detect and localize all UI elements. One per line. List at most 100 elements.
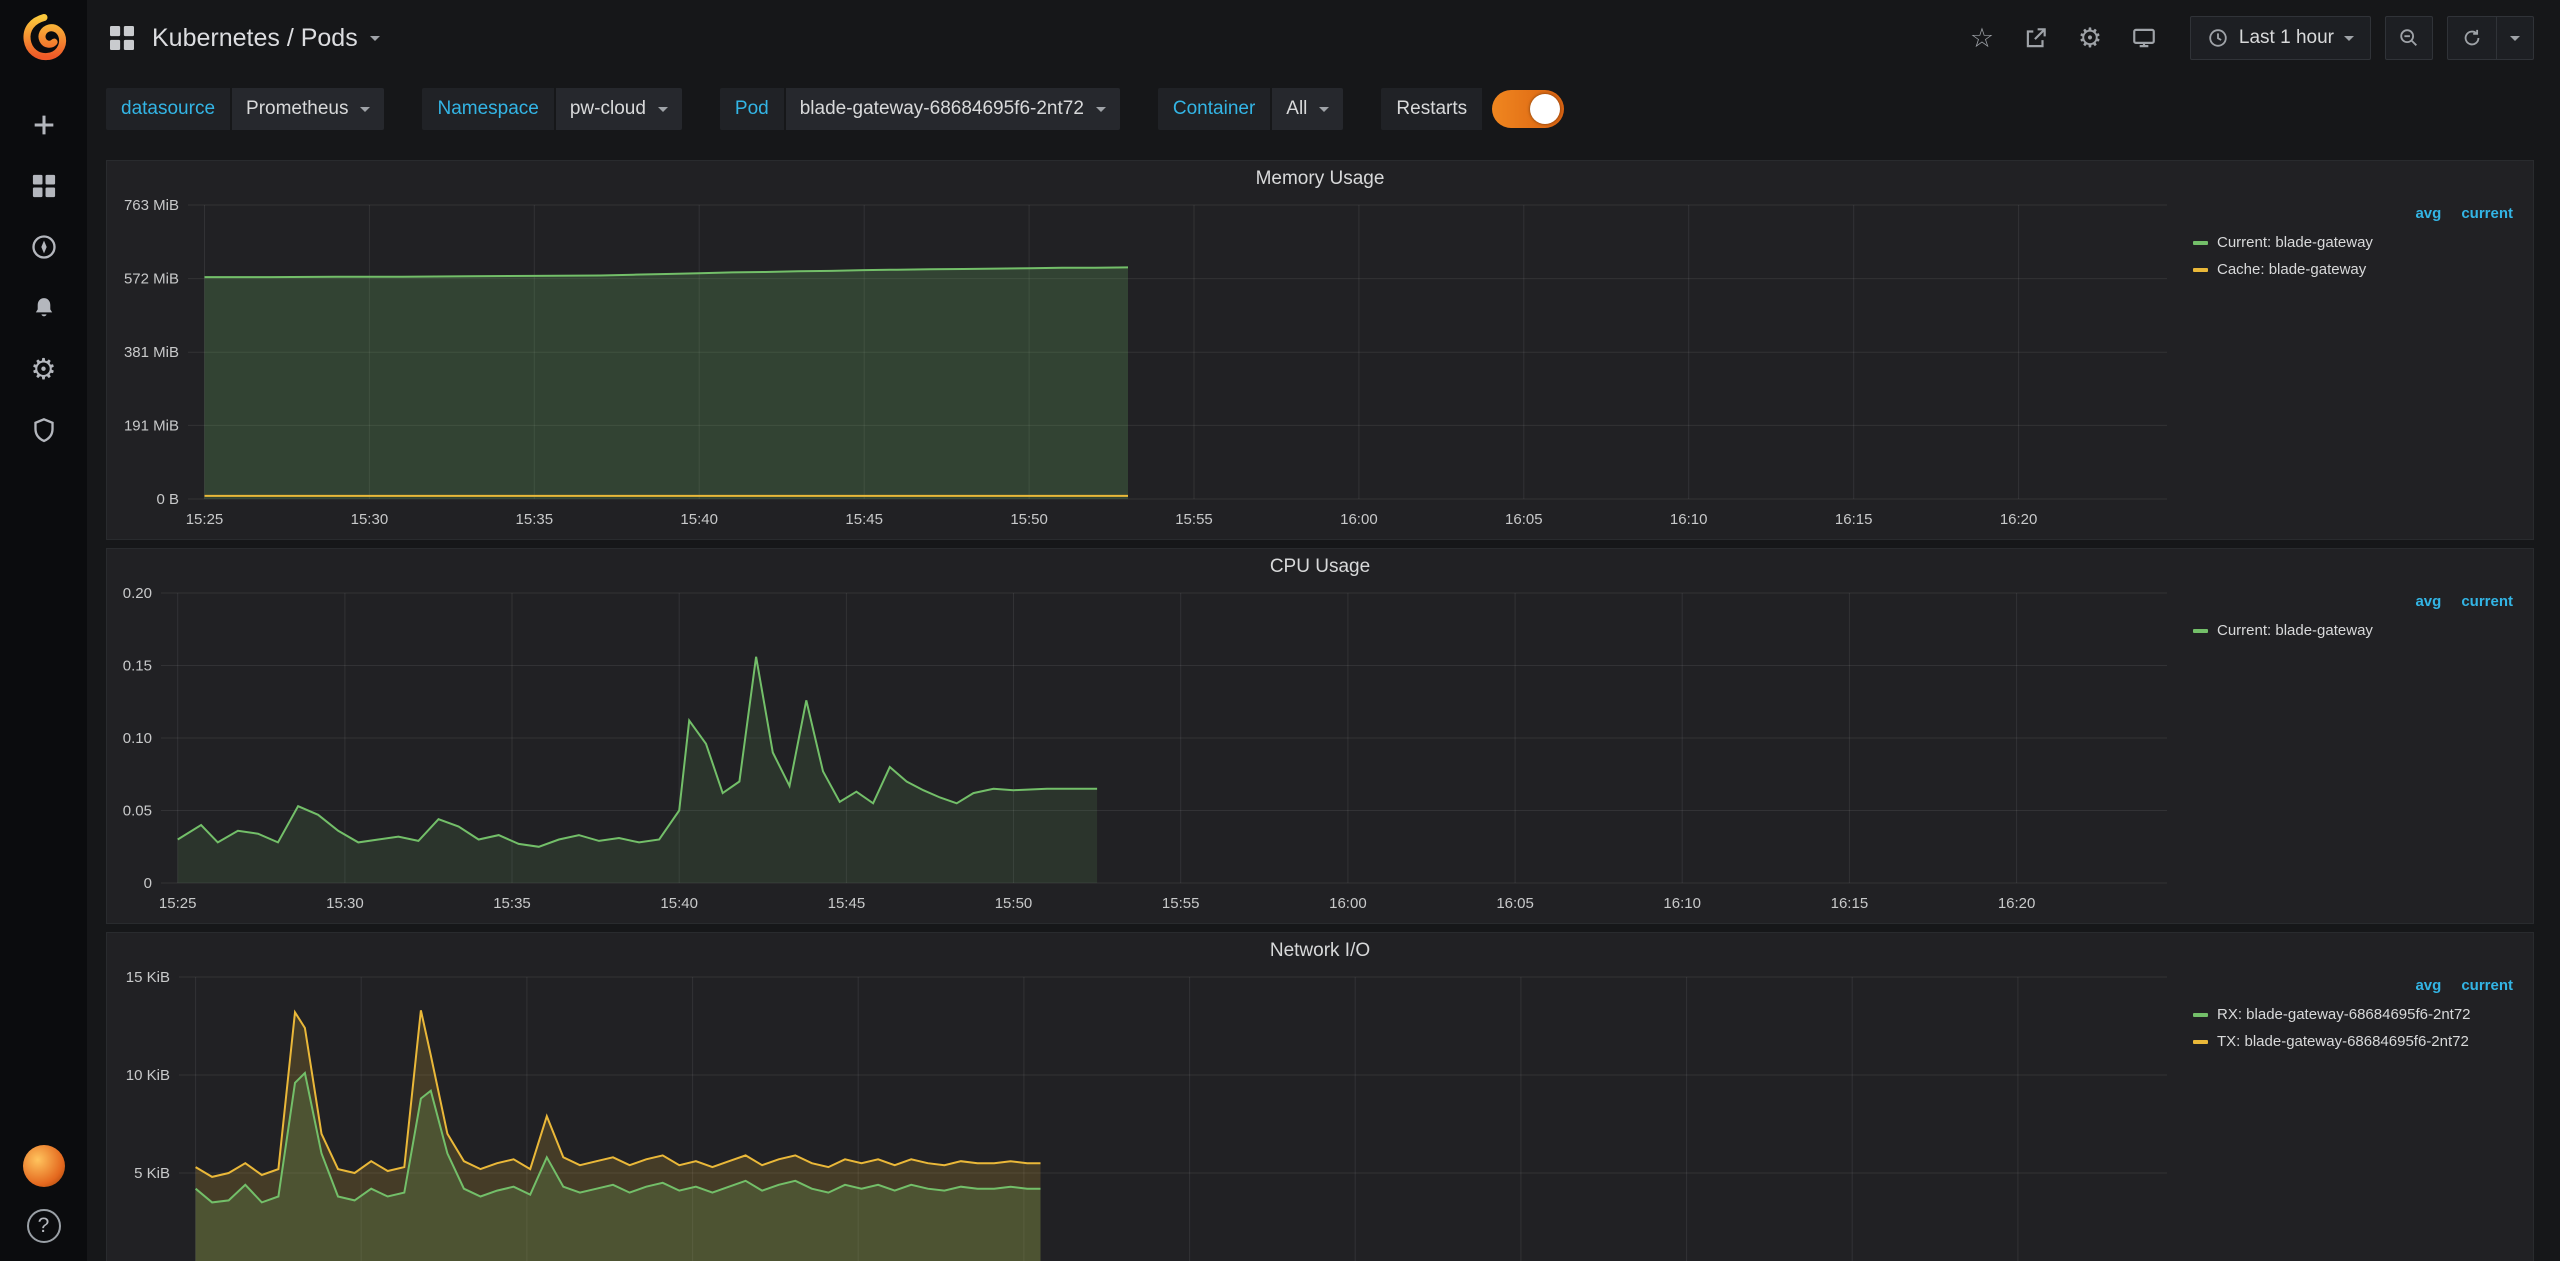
legend-series-item[interactable]: Current: blade-gateway	[2193, 234, 2513, 251]
svg-text:0.10: 0.10	[123, 730, 152, 747]
panel-title[interactable]: Network I/O	[1270, 940, 1370, 962]
svg-text:15:55: 15:55	[1175, 511, 1213, 528]
dashboard-grid-icon[interactable]	[106, 22, 138, 54]
sidebar: ⚙ ?	[0, 0, 87, 1261]
gear-icon: ⚙	[2078, 23, 2102, 54]
svg-text:16:00: 16:00	[1340, 511, 1378, 528]
panel-title[interactable]: CPU Usage	[1270, 556, 1370, 578]
refresh-button-group	[2447, 16, 2534, 60]
series-color-swatch	[2193, 1040, 2208, 1044]
panel-title[interactable]: Memory Usage	[1256, 168, 1385, 190]
svg-text:16:05: 16:05	[1505, 511, 1543, 528]
panel-header: Memory Usage	[107, 161, 2533, 197]
time-range-label: Last 1 hour	[2239, 27, 2334, 49]
configuration-gear-icon[interactable]: ⚙	[29, 354, 59, 384]
panel-memory-usage: Memory Usage 15:2515:3015:3515:4015:4515…	[106, 160, 2534, 540]
svg-text:0.05: 0.05	[123, 803, 152, 820]
series-name: Cache: blade-gateway	[2217, 261, 2366, 278]
legend-sort-current[interactable]: current	[2461, 593, 2513, 610]
chevron-down-icon	[2510, 36, 2520, 46]
filter-pod-label: Pod	[720, 88, 784, 130]
legend-sort-avg[interactable]: avg	[2415, 593, 2441, 610]
svg-text:15:30: 15:30	[351, 511, 389, 528]
help-icon[interactable]: ?	[27, 1209, 61, 1243]
legend-series-item[interactable]: Cache: blade-gateway	[2193, 261, 2513, 278]
alerting-bell-icon[interactable]	[29, 293, 59, 323]
cpu-usage-chart[interactable]: 15:2515:3015:3515:4015:4515:5015:5516:00…	[107, 585, 2193, 923]
panel-body: 15:2515:3015:3515:4015:4515:5015:5516:00…	[107, 197, 2533, 539]
star-dashboard-button[interactable]: ☆	[1962, 18, 2002, 58]
sidebar-menu: ⚙	[0, 110, 87, 445]
series-color-swatch	[2193, 241, 2208, 245]
filter-pod-value[interactable]: blade-gateway-68684695f6-2nt72	[786, 88, 1120, 130]
series-name: Current: blade-gateway	[2217, 234, 2373, 251]
svg-text:15:35: 15:35	[493, 895, 531, 912]
dashboard-title[interactable]: Kubernetes / Pods	[152, 24, 380, 53]
network-io-legend: avg current RX: blade-gateway-68684695f6-2…	[2193, 969, 2533, 1261]
filter-container: Container All	[1158, 88, 1344, 130]
svg-text:191 MiB: 191 MiB	[124, 417, 179, 434]
svg-text:0.20: 0.20	[123, 585, 152, 602]
filter-datasource-value[interactable]: Prometheus	[232, 88, 384, 130]
legend-sort-avg[interactable]: avg	[2415, 205, 2441, 222]
navbar: Kubernetes / Pods ☆ ⚙ Last 1 hour	[87, 0, 2560, 76]
svg-text:16:00: 16:00	[1329, 895, 1367, 912]
memory-usage-chart[interactable]: 15:2515:3015:3515:4015:4515:5015:5516:00…	[107, 197, 2193, 539]
svg-text:15:45: 15:45	[845, 511, 883, 528]
svg-text:15:45: 15:45	[828, 895, 866, 912]
filter-datasource-selected: Prometheus	[246, 98, 348, 120]
refresh-icon	[2461, 27, 2483, 49]
series-name: TX: blade-gateway-68684695f6-2nt72	[2217, 1033, 2469, 1050]
svg-text:15:40: 15:40	[660, 895, 698, 912]
svg-text:572 MiB: 572 MiB	[124, 271, 179, 288]
legend-series-item[interactable]: TX: blade-gateway-68684695f6-2nt72	[2193, 1033, 2513, 1050]
dashboard-settings-button[interactable]: ⚙	[2070, 18, 2110, 58]
legend-series-item[interactable]: RX: blade-gateway-68684695f6-2nt72	[2193, 1006, 2513, 1023]
legend-sort-current[interactable]: current	[2461, 205, 2513, 222]
svg-text:16:10: 16:10	[1663, 895, 1701, 912]
toggle-knob	[1530, 94, 1560, 124]
tv-monitor-icon	[2131, 25, 2157, 51]
filter-namespace-label: Namespace	[422, 88, 553, 130]
refresh-dashboard-button[interactable]	[2448, 17, 2496, 59]
cpu-usage-legend: avg current Current: blade-gateway	[2193, 585, 2533, 923]
restarts-toggle[interactable]	[1492, 90, 1564, 128]
memory-usage-legend: avg current Current: blade-gateway Cache: b…	[2193, 197, 2533, 539]
svg-text:0 B: 0 B	[156, 491, 179, 508]
series-name: RX: blade-gateway-68684695f6-2nt72	[2217, 1006, 2471, 1023]
grafana-logo-icon[interactable]	[19, 12, 69, 62]
filter-namespace-value[interactable]: pw-cloud	[556, 88, 682, 130]
cycle-view-button[interactable]	[2124, 18, 2164, 58]
create-plus-icon[interactable]	[29, 110, 59, 140]
svg-text:16:10: 16:10	[1670, 511, 1708, 528]
svg-text:0: 0	[144, 875, 152, 892]
filter-pod: Pod blade-gateway-68684695f6-2nt72	[720, 88, 1120, 130]
legend-series-item[interactable]: Current: blade-gateway	[2193, 622, 2513, 639]
legend-sort-headers: avg current	[2193, 593, 2513, 610]
refresh-interval-dropdown[interactable]	[2496, 17, 2533, 59]
sidebar-bottom: ?	[0, 1145, 87, 1261]
time-range-picker[interactable]: Last 1 hour	[2190, 16, 2371, 60]
legend-sort-avg[interactable]: avg	[2415, 977, 2441, 994]
panel-header: CPU Usage	[107, 549, 2533, 585]
share-icon	[2023, 25, 2049, 51]
svg-text:15:25: 15:25	[186, 511, 224, 528]
user-avatar[interactable]	[23, 1145, 65, 1187]
share-dashboard-button[interactable]	[2016, 18, 2056, 58]
clock-icon	[2207, 27, 2229, 49]
page-title: Kubernetes / Pods	[152, 24, 358, 53]
chevron-down-icon	[658, 107, 668, 117]
explore-compass-icon[interactable]	[29, 232, 59, 262]
svg-text:5 KiB: 5 KiB	[134, 1165, 170, 1182]
filter-namespace: Namespace pw-cloud	[422, 88, 681, 130]
legend-sort-current[interactable]: current	[2461, 977, 2513, 994]
server-admin-shield-icon[interactable]	[29, 415, 59, 445]
main-area: Kubernetes / Pods ☆ ⚙ Last 1 hour	[87, 0, 2560, 1261]
zoom-out-time-button[interactable]	[2385, 16, 2433, 60]
svg-text:10 KiB: 10 KiB	[126, 1067, 170, 1084]
network-io-chart[interactable]: 15:2515:3015:3515:4015:4515:5015:5516:00…	[107, 969, 2193, 1261]
filter-container-value[interactable]: All	[1272, 88, 1343, 130]
legend-sort-headers: avg current	[2193, 977, 2513, 994]
svg-text:16:15: 16:15	[1831, 895, 1869, 912]
dashboards-icon[interactable]	[29, 171, 59, 201]
